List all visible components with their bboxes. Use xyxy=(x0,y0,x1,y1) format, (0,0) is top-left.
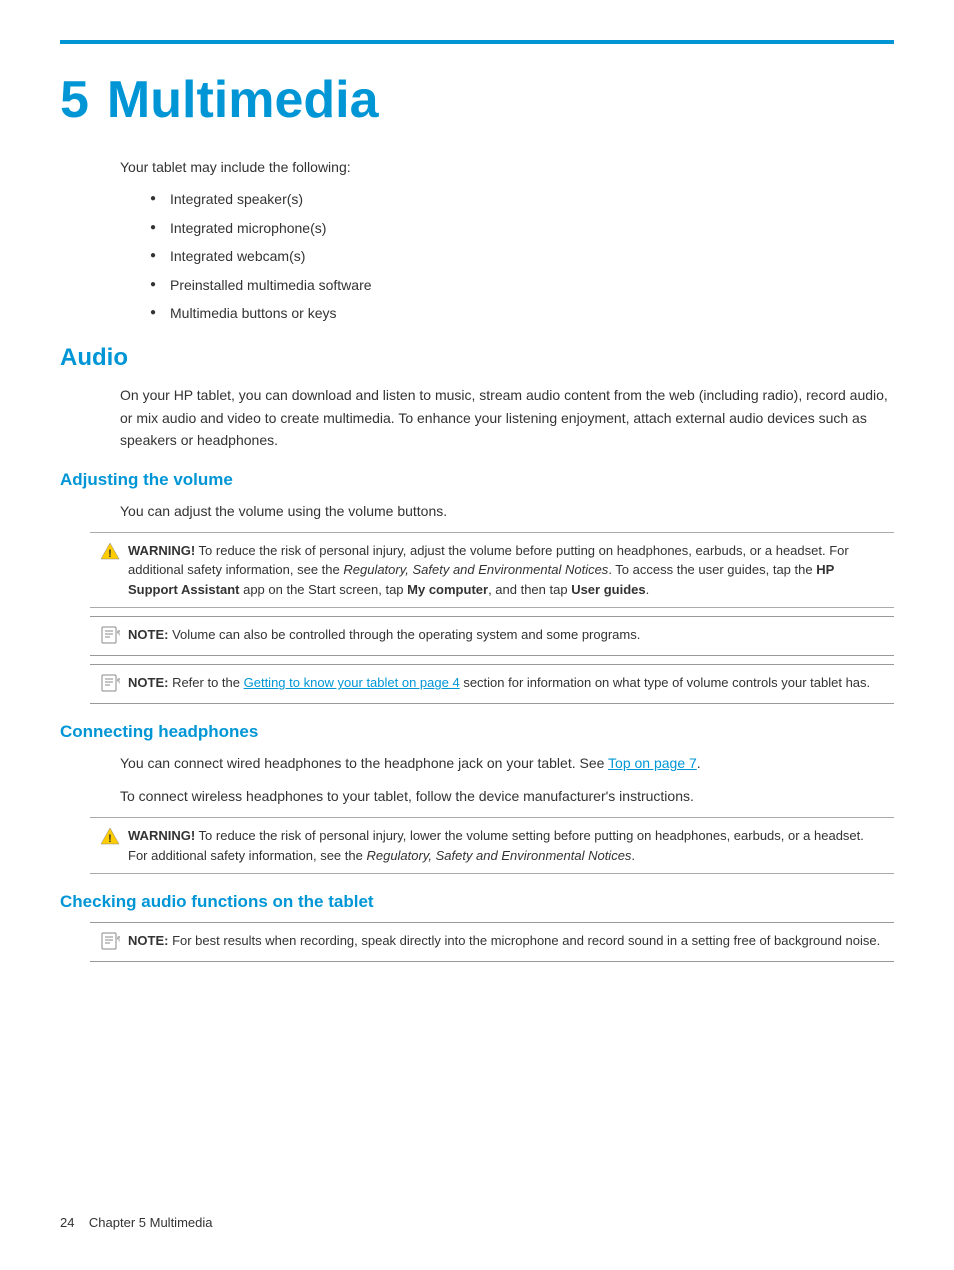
connecting-text-1b: . xyxy=(697,755,701,771)
note-text-2b: section for information on what type of … xyxy=(460,675,870,690)
chapter-title: Multimedia xyxy=(107,74,379,126)
note-icon-3: ✎ xyxy=(100,932,120,953)
note-content-2: NOTE: Refer to the Getting to know your … xyxy=(128,673,870,693)
footer-page-number: 24 xyxy=(60,1215,74,1230)
warning-label-1: WARNING! xyxy=(128,543,195,558)
list-item: Multimedia buttons or keys xyxy=(150,302,894,324)
connecting-body-2: To connect wireless headphones to your t… xyxy=(120,785,894,807)
page-footer: 24 Chapter 5 Multimedia xyxy=(60,1215,212,1230)
svg-text:✎: ✎ xyxy=(116,935,120,947)
connecting-text-1a: You can connect wired headphones to the … xyxy=(120,755,608,771)
top-border xyxy=(60,40,894,44)
note-label-3: NOTE: xyxy=(128,933,168,948)
warning-content-2: WARNING! To reduce the risk of personal … xyxy=(128,826,884,865)
adjusting-volume-heading: Adjusting the volume xyxy=(60,470,894,490)
note-icon-1: ✎ xyxy=(100,626,120,647)
note-box-3: ✎ NOTE: For best results when recording,… xyxy=(90,922,894,962)
warning-italic-2: Regulatory, Safety and Environmental Not… xyxy=(366,848,631,863)
audio-heading: Audio xyxy=(60,344,894,372)
bullet-list: Integrated speaker(s) Integrated microph… xyxy=(150,188,894,324)
note-content-3: NOTE: For best results when recording, s… xyxy=(128,931,880,951)
warning-text-1e: . xyxy=(646,582,650,597)
warning-bold-3: User guides xyxy=(571,582,645,597)
note-label-1: NOTE: xyxy=(128,627,168,642)
warning-text-1d: , and then tap xyxy=(488,582,571,597)
note-text-2a: Refer to the xyxy=(168,675,243,690)
warning-italic-1: Regulatory, Safety and Environmental Not… xyxy=(343,562,608,577)
connecting-link-1[interactable]: Top on page 7 xyxy=(608,755,697,771)
list-item: Integrated speaker(s) xyxy=(150,188,894,210)
svg-text:✎: ✎ xyxy=(116,629,120,641)
warning-icon: ! xyxy=(100,542,120,563)
connecting-headphones-heading: Connecting headphones xyxy=(60,722,894,742)
chapter-header: 5 Multimedia xyxy=(60,74,894,126)
note-box-1: ✎ NOTE: Volume can also be controlled th… xyxy=(90,616,894,656)
chapter-number: 5 xyxy=(60,74,89,126)
list-item: Preinstalled multimedia software xyxy=(150,274,894,296)
warning-text-1c: app on the Start screen, tap xyxy=(239,582,407,597)
page: 5 Multimedia Your tablet may include the… xyxy=(0,0,954,1270)
note-box-2: ✎ NOTE: Refer to the Getting to know you… xyxy=(90,664,894,704)
warning-box-2: ! WARNING! To reduce the risk of persona… xyxy=(90,817,894,874)
warning-content-1: WARNING! To reduce the risk of personal … xyxy=(128,541,884,600)
note-text-1: Volume can also be controlled through th… xyxy=(168,627,640,642)
warning-bold-2: My computer xyxy=(407,582,488,597)
connecting-body-1: You can connect wired headphones to the … xyxy=(120,752,894,774)
warning-icon-2: ! xyxy=(100,827,120,848)
adjusting-volume-body: You can adjust the volume using the volu… xyxy=(120,500,894,522)
warning-text-2b: . xyxy=(631,848,635,863)
audio-body: On your HP tablet, you can download and … xyxy=(120,384,894,451)
note-link-2[interactable]: Getting to know your tablet on page 4 xyxy=(244,675,460,690)
list-item: Integrated microphone(s) xyxy=(150,217,894,239)
note-content-1: NOTE: Volume can also be controlled thro… xyxy=(128,625,640,645)
note-icon-2: ✎ xyxy=(100,674,120,695)
footer-chapter-ref: Chapter 5 Multimedia xyxy=(89,1215,213,1230)
warning-box-1: ! WARNING! To reduce the risk of persona… xyxy=(90,532,894,609)
checking-audio-heading: Checking audio functions on the tablet xyxy=(60,892,894,912)
list-item: Integrated webcam(s) xyxy=(150,245,894,267)
note-label-2: NOTE: xyxy=(128,675,168,690)
svg-text:!: ! xyxy=(108,548,112,560)
svg-text:✎: ✎ xyxy=(116,677,120,689)
intro-text: Your tablet may include the following: xyxy=(120,156,894,178)
note-text-3: For best results when recording, speak d… xyxy=(168,933,880,948)
warning-text-1b: . To access the user guides, tap the xyxy=(608,562,816,577)
svg-text:!: ! xyxy=(108,833,112,845)
warning-label-2: WARNING! xyxy=(128,828,195,843)
